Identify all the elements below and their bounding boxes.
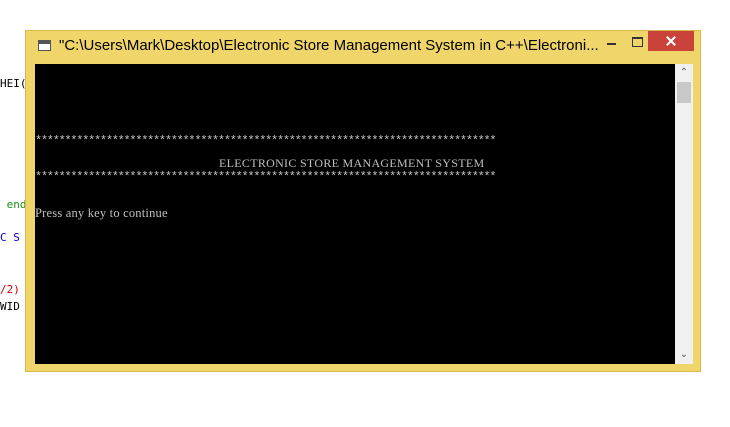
background-code-line: end [0,198,27,211]
background-code-line: /2) [0,283,20,296]
console-app-icon[interactable] [38,40,51,51]
scroll-up-button[interactable]: ⌃ [675,64,693,82]
console-output[interactable]: ****************************************… [35,64,675,364]
console-heading: ELECTRONIC STORE MANAGEMENT SYSTEM [219,156,485,170]
vertical-scrollbar[interactable]: ⌃ ⌄ [675,64,693,364]
minimize-button[interactable] [602,34,624,54]
chevron-up-icon: ⌃ [679,67,689,78]
background-code-line: C S [0,231,20,244]
console-window: "C:\Users\Mark\Desktop\Electronic Store … [25,30,701,372]
window-title: "C:\Users\Mark\Desktop\Electronic Store … [59,37,599,54]
separator-line: ****************************************… [35,170,497,184]
scroll-down-button[interactable]: ⌄ [675,346,693,364]
continue-prompt: Press any key to continue [35,206,168,220]
maximize-button[interactable] [627,34,649,54]
background-code-line: WID [0,300,20,313]
chevron-down-icon: ⌄ [679,349,689,360]
background-code-line: HEI( [0,77,27,90]
title-bar[interactable]: "C:\Users\Mark\Desktop\Electronic Store … [26,31,700,62]
scroll-thumb[interactable] [677,82,691,103]
close-button[interactable] [648,31,694,51]
separator-line: ****************************************… [35,134,497,148]
